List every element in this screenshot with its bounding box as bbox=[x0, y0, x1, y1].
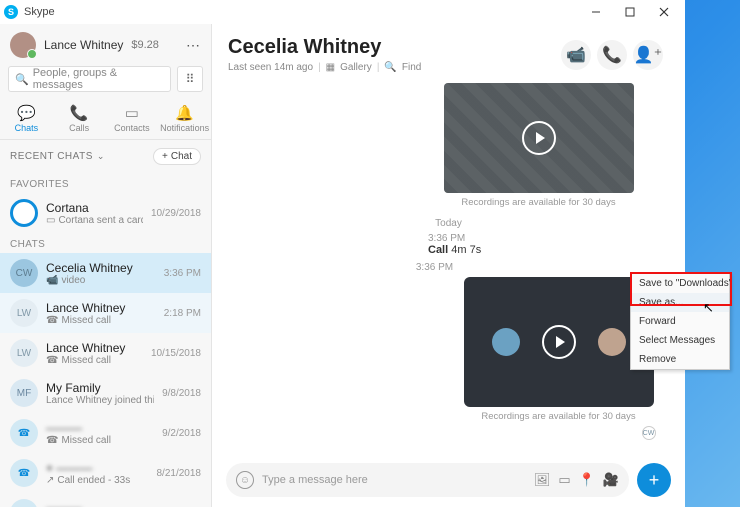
video-icon: 📹 bbox=[566, 45, 586, 65]
search-icon: 🔍 bbox=[384, 62, 396, 73]
list-item[interactable]: Cortana▭Cortana sent a card 10/29/2018 bbox=[0, 193, 211, 233]
menu-item-remove[interactable]: Remove bbox=[631, 350, 729, 369]
bell-icon: 🔔 bbox=[158, 104, 211, 122]
new-button[interactable]: + bbox=[637, 463, 671, 497]
read-receipt-badge: CW bbox=[642, 426, 656, 440]
user-avatar-icon[interactable] bbox=[10, 32, 36, 58]
phone-avatar-icon: ☎ bbox=[10, 459, 38, 487]
conversation-header: Cecelia Whitney Last seen 14m ago | ▦ Ga… bbox=[212, 24, 685, 79]
phone-avatar-icon: ☎ bbox=[10, 499, 38, 507]
favorites-label: FAVORITES bbox=[0, 173, 211, 193]
compose-input[interactable]: ☺ Type a message here 🖼 ▭ 📍 🎥 bbox=[226, 463, 629, 497]
missed-call-icon: ☎ bbox=[46, 355, 58, 366]
window-title: Skype bbox=[24, 6, 579, 18]
date-separator: Today bbox=[435, 218, 462, 229]
nav-tabs: 💬Chats 📞Calls ▭Contacts 🔔Notifications bbox=[0, 100, 211, 140]
gallery-icon: ▦ bbox=[326, 62, 335, 73]
contact-card-icon[interactable]: ▭ bbox=[558, 472, 570, 488]
missed-call-icon: ☎ bbox=[46, 435, 58, 446]
context-menu: Save to "Downloads" Save as... Forward S… bbox=[630, 273, 730, 370]
recording-note: Recordings are available for 30 days bbox=[461, 197, 615, 208]
video-recording-card[interactable] bbox=[464, 277, 654, 407]
skype-window: S Skype Lance Whitney $9.28 ⋯ 🔍 People, … bbox=[0, 0, 685, 507]
list-item[interactable]: CW Cecelia Whitney📹video 3:36 PM bbox=[0, 253, 211, 293]
sidebar: Lance Whitney $9.28 ⋯ 🔍 People, groups &… bbox=[0, 24, 212, 507]
phone-icon: 📞 bbox=[602, 45, 622, 65]
outgoing-time: 3:36 PM bbox=[416, 262, 481, 273]
list-item[interactable]: LW Lance Whitney☎Missed call 2:18 PM bbox=[0, 293, 211, 333]
missed-call-icon: ☎ bbox=[46, 315, 58, 326]
phone-icon: 📞 bbox=[53, 104, 106, 122]
conversation-pane: Cecelia Whitney Last seen 14m ago | ▦ Ga… bbox=[212, 24, 685, 507]
last-seen: Last seen 14m ago bbox=[228, 62, 313, 73]
avatar-icon: LW bbox=[10, 299, 38, 327]
plus-icon: + bbox=[649, 470, 660, 491]
contacts-icon: ▭ bbox=[106, 104, 159, 122]
more-menu-icon[interactable]: ⋯ bbox=[186, 37, 201, 54]
participant-avatar-icon bbox=[598, 328, 626, 356]
tab-chats[interactable]: 💬Chats bbox=[0, 100, 53, 139]
titlebar: S Skype bbox=[0, 0, 685, 24]
search-placeholder: People, groups & messages bbox=[33, 67, 164, 91]
add-participant-button[interactable]: 👤⁺ bbox=[633, 40, 663, 70]
chevron-down-icon: ⌄ bbox=[97, 151, 105, 162]
video-call-button[interactable]: 📹 bbox=[561, 40, 591, 70]
plus-icon: + bbox=[162, 151, 168, 162]
video-icon: 📹 bbox=[46, 275, 58, 286]
person-plus-icon: 👤⁺ bbox=[634, 45, 662, 65]
conversation-body: Recordings are available for 30 days Tod… bbox=[212, 79, 685, 453]
recent-chats-header[interactable]: RECENT CHATS ⌄ +Chat bbox=[0, 140, 211, 173]
audio-call-button[interactable]: 📞 bbox=[597, 40, 627, 70]
minimize-button[interactable] bbox=[579, 0, 613, 24]
list-item[interactable]: LW Lance Whitney☎Missed call 10/15/2018 bbox=[0, 333, 211, 373]
chat-icon: 💬 bbox=[0, 104, 53, 122]
close-button[interactable] bbox=[647, 0, 681, 24]
list-item[interactable]: MF My FamilyLance Whitney joined this co… bbox=[0, 373, 211, 413]
call-time: 3:36 PM bbox=[428, 233, 669, 244]
gallery-link[interactable]: Gallery bbox=[340, 62, 372, 73]
new-chat-button[interactable]: +Chat bbox=[153, 148, 201, 165]
recording-card[interactable] bbox=[444, 83, 634, 193]
play-icon[interactable] bbox=[522, 121, 556, 155]
emoji-icon[interactable]: ☺ bbox=[236, 471, 254, 489]
phone-avatar-icon: ☎ bbox=[10, 419, 38, 447]
avatar-icon: CW bbox=[10, 259, 38, 287]
cortana-avatar-icon bbox=[10, 199, 38, 227]
search-icon: 🔍 bbox=[15, 73, 29, 86]
attach-file-icon[interactable]: 🖼 bbox=[534, 472, 551, 488]
skype-logo-icon: S bbox=[4, 5, 18, 19]
participant-avatar-icon bbox=[492, 328, 520, 356]
profile-name: Lance Whitney bbox=[44, 38, 123, 52]
tab-contacts[interactable]: ▭Contacts bbox=[106, 100, 159, 139]
avatar-icon: MF bbox=[10, 379, 38, 407]
card-icon: ▭ bbox=[46, 215, 55, 226]
play-icon[interactable] bbox=[542, 325, 576, 359]
location-icon[interactable]: 📍 bbox=[579, 472, 595, 488]
chat-list: FAVORITES Cortana▭Cortana sent a card 10… bbox=[0, 173, 211, 507]
tab-notifications[interactable]: 🔔Notifications bbox=[158, 100, 211, 139]
profile-credit: $9.28 bbox=[131, 39, 159, 51]
profile-row[interactable]: Lance Whitney $9.28 ⋯ bbox=[0, 24, 211, 66]
menu-item-save-downloads[interactable]: Save to "Downloads" bbox=[631, 274, 729, 293]
list-item[interactable]: ☎ ———☎Missed call 9/2/2018 bbox=[0, 413, 211, 453]
list-item[interactable]: ☎ + ———↗Call ended - 33s 8/21/2018 bbox=[0, 453, 211, 493]
search-input[interactable]: 🔍 People, groups & messages bbox=[8, 66, 171, 92]
list-item[interactable]: ☎ ———📱9 8/20/2018 bbox=[0, 493, 211, 507]
call-entry: 3:36 PM Call 4m 7s bbox=[228, 233, 669, 256]
tab-calls[interactable]: 📞Calls bbox=[53, 100, 106, 139]
recording-note: Recordings are available for 30 days bbox=[481, 411, 635, 422]
find-link[interactable]: Find bbox=[402, 62, 421, 73]
maximize-button[interactable] bbox=[613, 0, 647, 24]
menu-item-forward[interactable]: Forward bbox=[631, 312, 729, 331]
call-icon: ↗ bbox=[46, 475, 54, 486]
dialpad-button[interactable]: ⠿ bbox=[177, 66, 203, 92]
menu-item-save-as[interactable]: Save as... bbox=[631, 293, 729, 312]
compose-row: ☺ Type a message here 🖼 ▭ 📍 🎥 + bbox=[212, 453, 685, 507]
conversation-title: Cecelia Whitney bbox=[228, 36, 561, 59]
avatar-icon: LW bbox=[10, 339, 38, 367]
chats-label: CHATS bbox=[0, 233, 211, 253]
video-message-icon[interactable]: 🎥 bbox=[603, 472, 619, 488]
menu-item-select-messages[interactable]: Select Messages bbox=[631, 331, 729, 350]
compose-placeholder: Type a message here bbox=[262, 474, 526, 486]
